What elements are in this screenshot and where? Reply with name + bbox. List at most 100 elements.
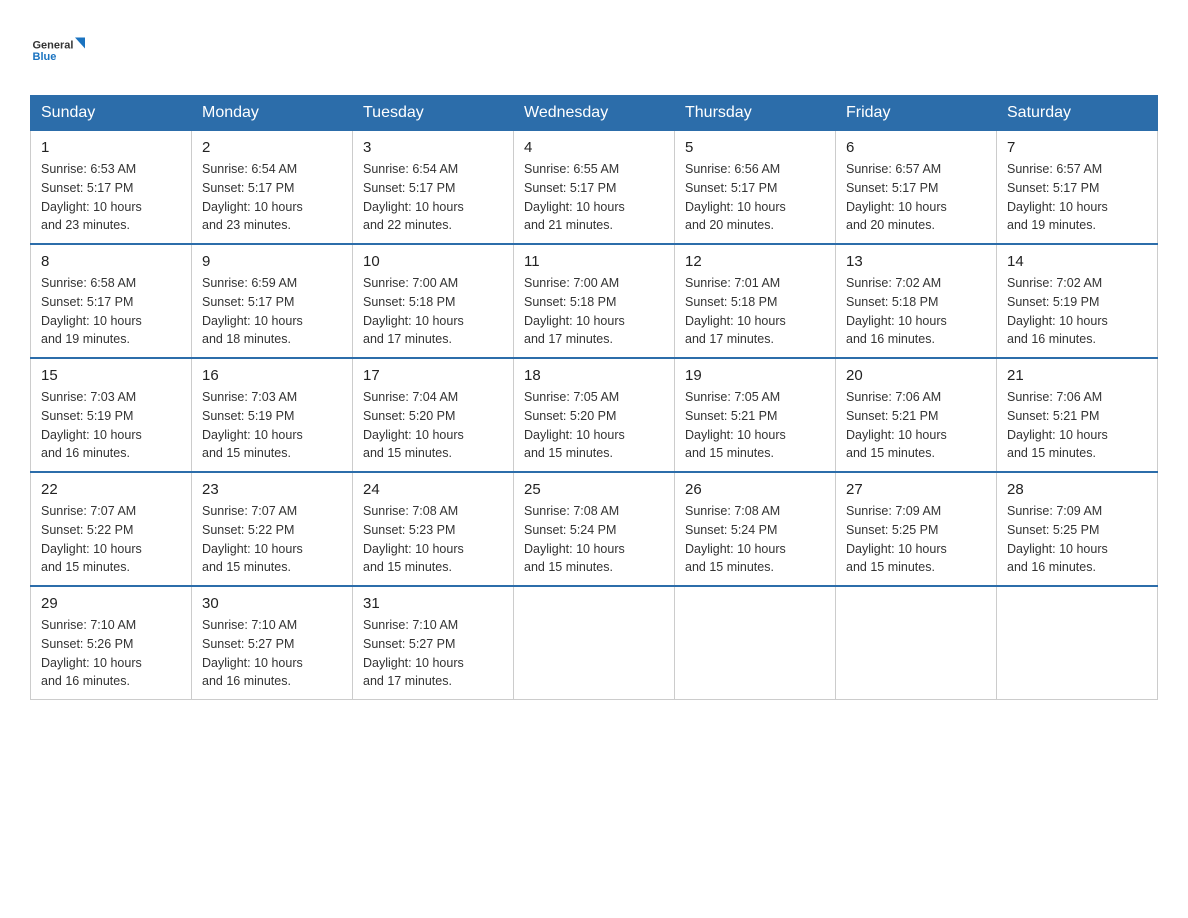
svg-text:General: General <box>33 40 74 52</box>
calendar-cell: 31 Sunrise: 7:10 AMSunset: 5:27 PMDaylig… <box>353 586 514 700</box>
header-friday: Friday <box>836 96 997 131</box>
day-info: Sunrise: 7:10 AMSunset: 5:26 PMDaylight:… <box>41 618 142 688</box>
day-number: 23 <box>202 481 342 498</box>
calendar-cell: 27 Sunrise: 7:09 AMSunset: 5:25 PMDaylig… <box>836 472 997 586</box>
day-number: 19 <box>685 367 825 384</box>
calendar-cell: 26 Sunrise: 7:08 AMSunset: 5:24 PMDaylig… <box>675 472 836 586</box>
day-info: Sunrise: 7:08 AMSunset: 5:24 PMDaylight:… <box>685 504 786 574</box>
calendar-cell: 29 Sunrise: 7:10 AMSunset: 5:26 PMDaylig… <box>31 586 192 700</box>
day-number: 18 <box>524 367 664 384</box>
day-number: 26 <box>685 481 825 498</box>
day-number: 25 <box>524 481 664 498</box>
calendar-cell: 11 Sunrise: 7:00 AMSunset: 5:18 PMDaylig… <box>514 244 675 358</box>
day-number: 2 <box>202 139 342 156</box>
day-info: Sunrise: 7:09 AMSunset: 5:25 PMDaylight:… <box>846 504 947 574</box>
logo-svg: General Blue <box>30 20 85 75</box>
day-number: 7 <box>1007 139 1147 156</box>
day-info: Sunrise: 7:08 AMSunset: 5:23 PMDaylight:… <box>363 504 464 574</box>
calendar-header-row: SundayMondayTuesdayWednesdayThursdayFrid… <box>31 96 1158 131</box>
day-info: Sunrise: 6:54 AMSunset: 5:17 PMDaylight:… <box>363 162 464 232</box>
day-info: Sunrise: 7:06 AMSunset: 5:21 PMDaylight:… <box>1007 390 1108 460</box>
calendar-cell: 23 Sunrise: 7:07 AMSunset: 5:22 PMDaylig… <box>192 472 353 586</box>
day-info: Sunrise: 7:02 AMSunset: 5:19 PMDaylight:… <box>1007 276 1108 346</box>
calendar-cell: 19 Sunrise: 7:05 AMSunset: 5:21 PMDaylig… <box>675 358 836 472</box>
calendar-cell: 1 Sunrise: 6:53 AMSunset: 5:17 PMDayligh… <box>31 131 192 245</box>
day-number: 1 <box>41 139 181 156</box>
day-number: 28 <box>1007 481 1147 498</box>
header-saturday: Saturday <box>997 96 1158 131</box>
calendar-cell: 17 Sunrise: 7:04 AMSunset: 5:20 PMDaylig… <box>353 358 514 472</box>
calendar-cell: 12 Sunrise: 7:01 AMSunset: 5:18 PMDaylig… <box>675 244 836 358</box>
day-number: 12 <box>685 253 825 270</box>
calendar-cell: 18 Sunrise: 7:05 AMSunset: 5:20 PMDaylig… <box>514 358 675 472</box>
day-number: 20 <box>846 367 986 384</box>
day-info: Sunrise: 6:57 AMSunset: 5:17 PMDaylight:… <box>846 162 947 232</box>
day-info: Sunrise: 7:07 AMSunset: 5:22 PMDaylight:… <box>41 504 142 574</box>
day-number: 11 <box>524 253 664 270</box>
calendar-cell: 21 Sunrise: 7:06 AMSunset: 5:21 PMDaylig… <box>997 358 1158 472</box>
week-row-4: 22 Sunrise: 7:07 AMSunset: 5:22 PMDaylig… <box>31 472 1158 586</box>
header-wednesday: Wednesday <box>514 96 675 131</box>
calendar-cell: 4 Sunrise: 6:55 AMSunset: 5:17 PMDayligh… <box>514 131 675 245</box>
day-number: 29 <box>41 595 181 612</box>
calendar-cell: 22 Sunrise: 7:07 AMSunset: 5:22 PMDaylig… <box>31 472 192 586</box>
logo: General Blue <box>30 20 85 75</box>
day-info: Sunrise: 7:06 AMSunset: 5:21 PMDaylight:… <box>846 390 947 460</box>
calendar-cell: 14 Sunrise: 7:02 AMSunset: 5:19 PMDaylig… <box>997 244 1158 358</box>
day-info: Sunrise: 7:10 AMSunset: 5:27 PMDaylight:… <box>363 618 464 688</box>
calendar-cell <box>997 586 1158 700</box>
day-info: Sunrise: 6:54 AMSunset: 5:17 PMDaylight:… <box>202 162 303 232</box>
calendar-cell: 10 Sunrise: 7:00 AMSunset: 5:18 PMDaylig… <box>353 244 514 358</box>
calendar-table: SundayMondayTuesdayWednesdayThursdayFrid… <box>30 95 1158 700</box>
day-info: Sunrise: 7:10 AMSunset: 5:27 PMDaylight:… <box>202 618 303 688</box>
day-info: Sunrise: 6:53 AMSunset: 5:17 PMDaylight:… <box>41 162 142 232</box>
calendar-cell: 30 Sunrise: 7:10 AMSunset: 5:27 PMDaylig… <box>192 586 353 700</box>
day-number: 3 <box>363 139 503 156</box>
calendar-cell <box>514 586 675 700</box>
week-row-3: 15 Sunrise: 7:03 AMSunset: 5:19 PMDaylig… <box>31 358 1158 472</box>
calendar-cell: 28 Sunrise: 7:09 AMSunset: 5:25 PMDaylig… <box>997 472 1158 586</box>
calendar-cell: 9 Sunrise: 6:59 AMSunset: 5:17 PMDayligh… <box>192 244 353 358</box>
day-info: Sunrise: 7:02 AMSunset: 5:18 PMDaylight:… <box>846 276 947 346</box>
day-info: Sunrise: 6:58 AMSunset: 5:17 PMDaylight:… <box>41 276 142 346</box>
day-number: 27 <box>846 481 986 498</box>
day-info: Sunrise: 7:04 AMSunset: 5:20 PMDaylight:… <box>363 390 464 460</box>
day-number: 30 <box>202 595 342 612</box>
day-info: Sunrise: 7:05 AMSunset: 5:21 PMDaylight:… <box>685 390 786 460</box>
calendar-cell: 2 Sunrise: 6:54 AMSunset: 5:17 PMDayligh… <box>192 131 353 245</box>
day-number: 16 <box>202 367 342 384</box>
day-number: 10 <box>363 253 503 270</box>
calendar-cell: 20 Sunrise: 7:06 AMSunset: 5:21 PMDaylig… <box>836 358 997 472</box>
day-number: 17 <box>363 367 503 384</box>
header-thursday: Thursday <box>675 96 836 131</box>
calendar-cell: 8 Sunrise: 6:58 AMSunset: 5:17 PMDayligh… <box>31 244 192 358</box>
day-info: Sunrise: 7:08 AMSunset: 5:24 PMDaylight:… <box>524 504 625 574</box>
calendar-cell: 13 Sunrise: 7:02 AMSunset: 5:18 PMDaylig… <box>836 244 997 358</box>
week-row-1: 1 Sunrise: 6:53 AMSunset: 5:17 PMDayligh… <box>31 131 1158 245</box>
day-number: 9 <box>202 253 342 270</box>
day-info: Sunrise: 6:57 AMSunset: 5:17 PMDaylight:… <box>1007 162 1108 232</box>
calendar-cell <box>675 586 836 700</box>
day-number: 22 <box>41 481 181 498</box>
calendar-cell: 24 Sunrise: 7:08 AMSunset: 5:23 PMDaylig… <box>353 472 514 586</box>
header-tuesday: Tuesday <box>353 96 514 131</box>
calendar-cell <box>836 586 997 700</box>
svg-text:Blue: Blue <box>33 51 57 63</box>
day-info: Sunrise: 7:03 AMSunset: 5:19 PMDaylight:… <box>202 390 303 460</box>
calendar-cell: 5 Sunrise: 6:56 AMSunset: 5:17 PMDayligh… <box>675 131 836 245</box>
calendar-cell: 15 Sunrise: 7:03 AMSunset: 5:19 PMDaylig… <box>31 358 192 472</box>
day-number: 14 <box>1007 253 1147 270</box>
day-number: 4 <box>524 139 664 156</box>
day-info: Sunrise: 6:55 AMSunset: 5:17 PMDaylight:… <box>524 162 625 232</box>
day-info: Sunrise: 6:56 AMSunset: 5:17 PMDaylight:… <box>685 162 786 232</box>
day-number: 24 <box>363 481 503 498</box>
calendar-cell: 16 Sunrise: 7:03 AMSunset: 5:19 PMDaylig… <box>192 358 353 472</box>
header-sunday: Sunday <box>31 96 192 131</box>
calendar-cell: 3 Sunrise: 6:54 AMSunset: 5:17 PMDayligh… <box>353 131 514 245</box>
day-info: Sunrise: 7:00 AMSunset: 5:18 PMDaylight:… <box>363 276 464 346</box>
day-number: 5 <box>685 139 825 156</box>
day-info: Sunrise: 7:09 AMSunset: 5:25 PMDaylight:… <box>1007 504 1108 574</box>
day-info: Sunrise: 7:00 AMSunset: 5:18 PMDaylight:… <box>524 276 625 346</box>
calendar-cell: 7 Sunrise: 6:57 AMSunset: 5:17 PMDayligh… <box>997 131 1158 245</box>
day-number: 21 <box>1007 367 1147 384</box>
